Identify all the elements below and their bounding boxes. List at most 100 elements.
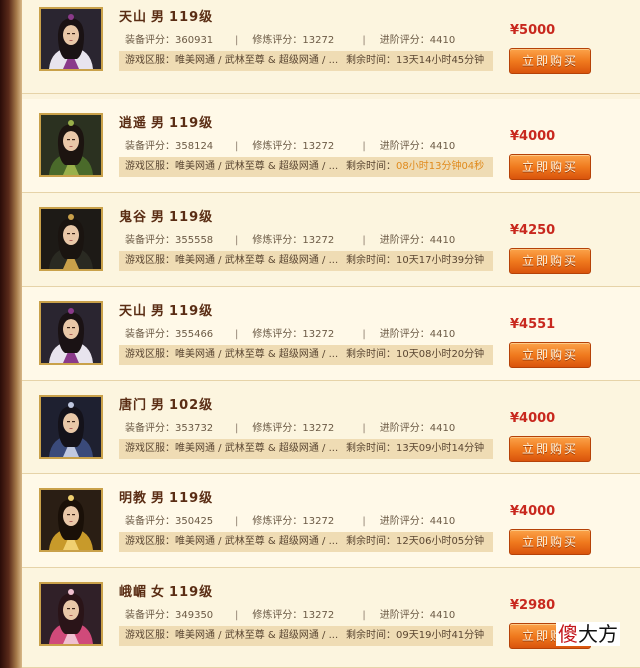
server-info-bar: 游戏区服：唯美网通 / 武林至尊 & 超级网通 / ... 剩余时间：10天08小… [119,345,493,365]
character-title[interactable]: 逍遥男 119级 [119,112,217,131]
character-portrait[interactable] [39,7,103,71]
price: ¥4250 [510,223,556,238]
buy-now-button[interactable]: 立即购买 [509,154,591,180]
refine-score: 修炼评分：13272 [252,35,335,46]
character-portrait[interactable] [39,395,103,459]
server-label: 游戏区服： [125,161,175,172]
separator: | [362,329,366,340]
server-info-bar: 游戏区服：唯美网通 / 武林至尊 & 超级网通 / ... 剩余时间：13天14小… [119,51,493,71]
separator: | [362,141,366,152]
refine-score: 修炼评分：13272 [252,235,335,246]
character-title[interactable]: 天山男 119级 [119,6,217,25]
advance-score: 进阶评分：4410 [379,516,456,527]
server-value: 唯美网通 / 武林至尊 & 超级网通 / ... [175,161,339,172]
refine-score: 修炼评分：13272 [252,423,335,434]
server-value: 唯美网通 / 武林至尊 & 超级网通 / ... [175,536,339,547]
buy-now-button[interactable]: 立即购买 [509,48,591,74]
time-remaining-value: 12天06小时05分钟 [396,536,485,547]
advance-score: 进阶评分：4410 [379,141,456,152]
listing-card[interactable]: 唐门男 102级装备评分：353732 | 修炼评分：13272 | 进阶评分：4410 游… [22,381,640,474]
character-level: 119级 [169,491,214,506]
advance-score: 进阶评分：4410 [379,610,456,621]
time-remaining: 剩余时间：13天14小时45分钟 [346,55,485,66]
time-remaining-value: 10天17小时39分钟 [396,255,485,266]
time-remaining-value: 10天08小时20分钟 [396,349,485,360]
separator: | [235,423,239,434]
server-value: 唯美网通 / 武林至尊 & 超级网通 / ... [175,55,339,66]
server-label: 游戏区服： [125,255,175,266]
character-level: 119级 [169,10,214,25]
buy-now-button[interactable]: 立即购买 [509,529,591,555]
listing-card[interactable]: 天山男 119级 装备评分：360931 | 修炼评分：13272 | 进阶评分：4410 游… [22,0,640,94]
separator: | [235,329,239,340]
time-remaining: 剩余时间：12天06小时05分钟 [346,536,485,547]
separator: | [362,610,366,621]
character-portrait[interactable] [39,488,103,552]
score-row: 装备评分：360931 | 修炼评分：13272 | 进阶评分：4410 [125,31,455,46]
character-gender: 男 [151,398,166,413]
server-label: 游戏区服： [125,536,175,547]
server-label: 游戏区服： [125,443,175,454]
server-info-bar: 游戏区服：唯美网通 / 武林至尊 & 超级网通 / ... 剩余时间：08小时13… [119,157,493,177]
equip-score: 装备评分：355558 [125,235,214,246]
time-remaining-value: 08小时13分钟04秒 [396,161,485,172]
equip-score: 装备评分：350425 [125,516,214,527]
character-gender: 男 [151,491,166,506]
server-label: 游戏区服： [125,630,175,641]
price: ¥4000 [510,411,556,426]
listing-card[interactable]: 天山男 119级装备评分：355466 | 修炼评分：13272 | 进阶评分：4410 游… [22,287,640,381]
listing-card[interactable]: 逍遥男 119级 装备评分：358124 | 修炼评分：13272 | 进阶评分：4410 游… [22,99,640,193]
server-value: 唯美网通 / 武林至尊 & 超级网通 / ... [175,255,339,266]
character-portrait[interactable] [39,582,103,646]
equip-score: 装备评分：360931 [125,35,214,46]
refine-score: 修炼评分：13272 [252,516,335,527]
character-faction: 明教 [119,491,148,506]
separator: | [235,35,239,46]
separator: | [362,35,366,46]
character-title[interactable]: 峨嵋女 119级 [119,581,217,600]
server-value: 唯美网通 / 武林至尊 & 超级网通 / ... [175,630,339,641]
character-faction: 逍遥 [119,116,148,131]
character-title[interactable]: 天山男 119级 [119,300,217,319]
character-level: 119级 [169,585,214,600]
character-portrait[interactable] [39,113,103,177]
character-level: 102级 [169,398,214,413]
buy-now-button[interactable]: 立即购买 [509,342,591,368]
advance-score: 进阶评分：4410 [379,423,456,434]
character-faction: 天山 [119,304,148,319]
character-gender: 男 [151,116,166,131]
price: ¥4551 [510,317,556,332]
server-info-bar: 游戏区服：唯美网通 / 武林至尊 & 超级网通 / ... 剩余时间：10天17小… [119,251,493,271]
separator: | [362,423,366,434]
character-title[interactable]: 鬼谷男 119级 [119,206,217,225]
character-portrait[interactable] [39,301,103,365]
watermark: 傻大方 [556,622,620,646]
score-row: 装备评分：355466 | 修炼评分：13272 | 进阶评分：4410 [125,325,455,340]
separator: | [235,141,239,152]
score-row: 装备评分：355558 | 修炼评分：13272 | 进阶评分：4410 [125,231,455,246]
equip-score: 装备评分：353732 [125,423,214,434]
server-info-bar: 游戏区服：唯美网通 / 武林至尊 & 超级网通 / ... 剩余时间：12天06小… [119,532,493,552]
character-gender: 女 [151,585,166,600]
separator: | [235,610,239,621]
character-level: 119级 [169,304,214,319]
character-title[interactable]: 明教男 119级 [119,487,217,506]
character-level: 119级 [169,210,214,225]
buy-now-button[interactable]: 立即购买 [509,248,591,274]
buy-now-button[interactable]: 立即购买 [509,436,591,462]
time-remaining-value: 13天14小时45分钟 [396,55,485,66]
server-info-bar: 游戏区服：唯美网通 / 武林至尊 & 超级网通 / ... 剩余时间：09天19小… [119,626,493,646]
time-remaining-value: 13天09小时14分钟 [396,443,485,454]
character-title[interactable]: 唐门男 102级 [119,394,217,413]
listing-card[interactable]: 鬼谷男 119级 装备评分：355558 | 修炼评分：13272 | 进阶评分：4410 游… [22,193,640,287]
separator: | [235,235,239,246]
character-portrait[interactable] [39,207,103,271]
listing-card[interactable]: 明教男 119级 装备评分：350425 | 修炼评分：13272 | 进阶评分：4410 游… [22,474,640,568]
listing-card[interactable]: 峨嵋女 119级 装备评分：349350 | 修炼评分：13272 | 进阶评分：4410 游… [22,568,640,668]
separator: | [362,235,366,246]
character-gender: 男 [151,10,166,25]
equip-score: 装备评分：358124 [125,141,214,152]
price: ¥5000 [510,23,556,38]
refine-score: 修炼评分：13272 [252,610,335,621]
character-faction: 天山 [119,10,148,25]
